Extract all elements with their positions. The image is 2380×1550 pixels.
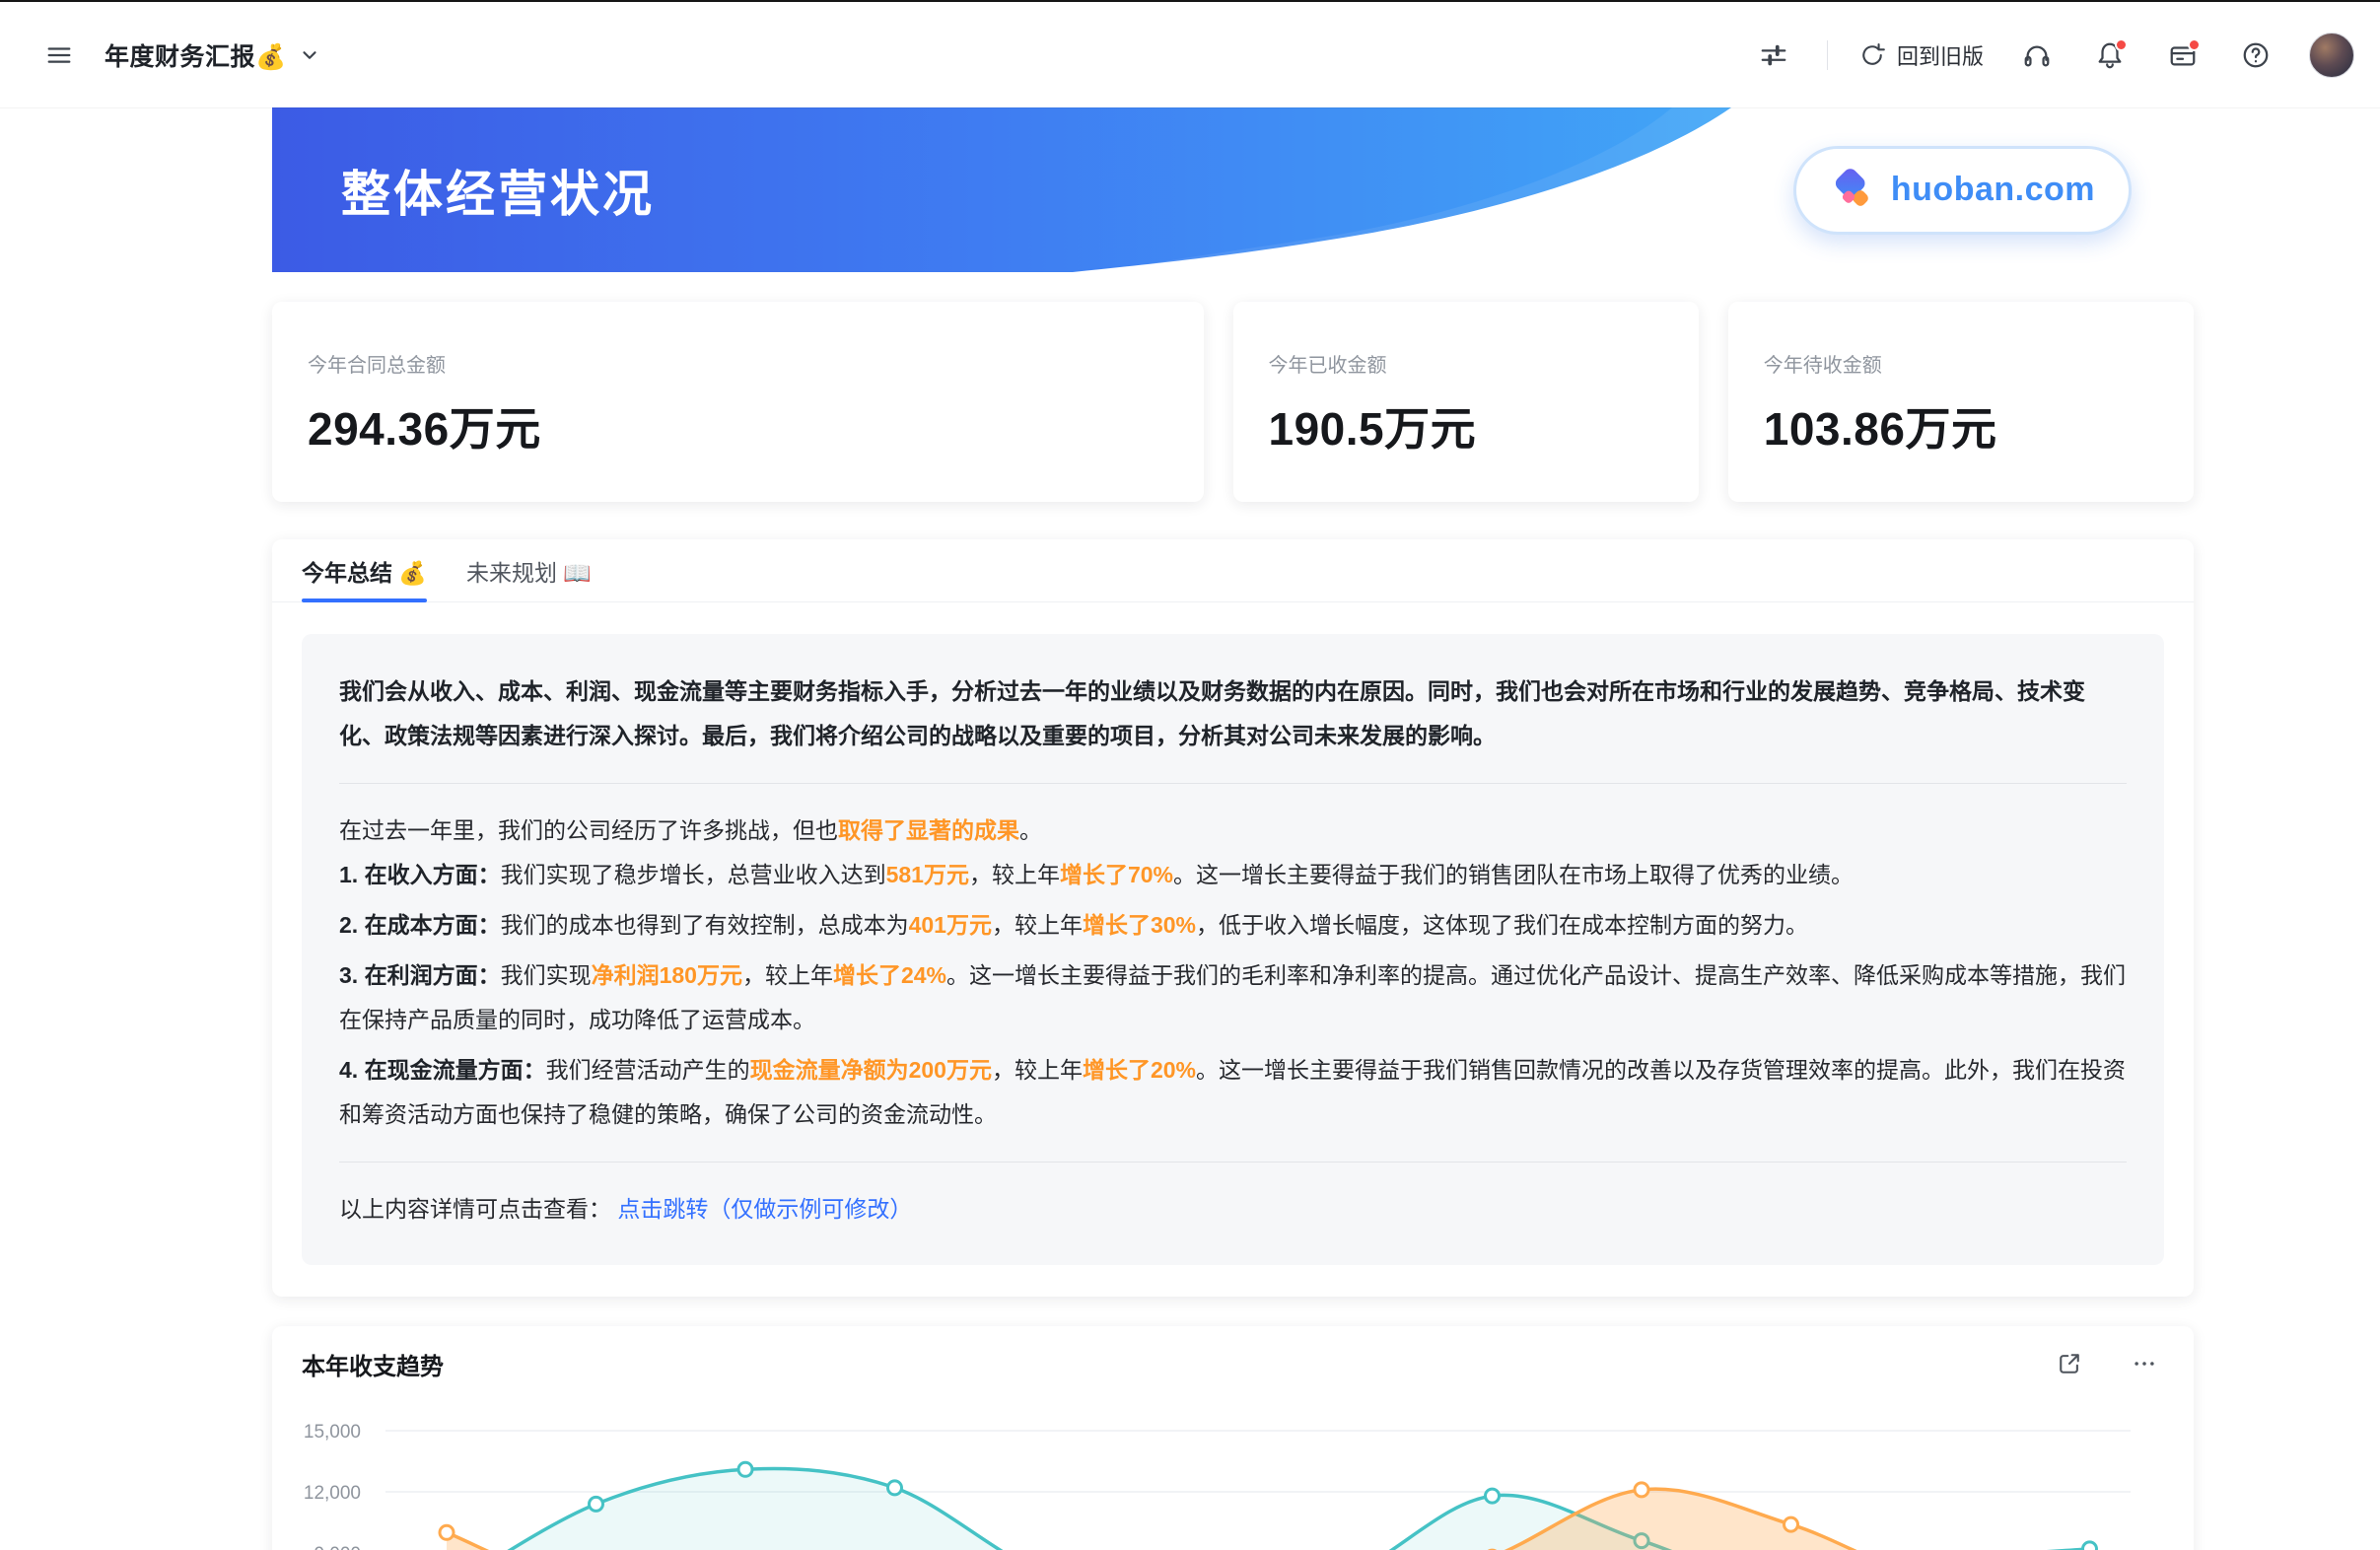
divider [339,783,2127,784]
stat-card-pending: 今年待收金额 103.86万元 [1728,302,2194,502]
item-label: 1. 在收入方面： [339,862,501,887]
sliders-icon[interactable] [1754,35,1793,75]
chart-title: 本年收支趋势 [302,1347,444,1381]
item-highlight: 401万元 [909,912,992,938]
stat-label: 今年合同总金额 [308,349,1168,378]
stat-value: 190.5万元 [1269,393,1663,458]
item-text: ，低于收入增长幅度，这体现了我们在成本控制方面的努力。 [1196,912,1808,938]
trend-line-chart: 15,000 12,000 9,000 [302,1389,2164,1550]
navbar-actions: 回到旧版 [1720,33,2354,78]
bell-icon[interactable] [2090,35,2130,75]
bell-badge-dot [2115,38,2128,51]
tab-future-plan[interactable]: 未来规划 📖 [466,539,592,601]
item-highlight: 增长了20% [1083,1057,1196,1083]
stat-card-received: 今年已收金额 190.5万元 [1233,302,1699,502]
summary-panel: 今年总结 💰 未来规划 📖 我们会从收入、成本、利润、现金流量等主要财务指标入手… [272,539,2194,1297]
top-navbar: 年度财务汇报💰 回到旧版 [0,2,2380,107]
stat-value: 294.36万元 [308,393,1168,458]
report-page: 整体经营状况 huoban.com 今年合同总金额 294.36万元 [272,107,2194,1550]
app-title-dropdown[interactable]: 年度财务汇报💰 [105,37,322,73]
menu-icon[interactable] [39,35,79,75]
stat-label: 今年待收金额 [1764,349,2158,378]
headset-icon[interactable] [2017,35,2057,75]
back-to-old-version-button[interactable]: 回到旧版 [1857,39,1984,71]
jump-link[interactable]: 点击跳转（仅做示例可修改） [617,1196,912,1222]
overview-banner: 整体经营状况 huoban.com [272,107,2194,272]
stat-value: 103.86万元 [1764,393,2158,458]
svg-text:9,000: 9,000 [314,1544,361,1550]
item-label: 4. 在现金流量方面： [339,1057,546,1083]
expand-icon[interactable] [2050,1344,2089,1383]
item-text: ，较上年 [992,912,1083,938]
footer-label: 以上内容详情可点击查看： [339,1196,611,1222]
benefits-badge-dot [2188,38,2201,51]
item-text: ，较上年 [992,1057,1083,1083]
chart-header: 本年收支趋势 [302,1326,2164,1389]
summary-footer: 以上内容详情可点击查看： 点击跳转（仅做示例可修改） [339,1187,2127,1232]
summary-intro: 我们会从收入、成本、利润、现金流量等主要财务指标入手，分析过去一年的业绩以及财务… [339,669,2127,758]
navbar-divider [1827,40,1828,70]
back-to-old-version-label: 回到旧版 [1897,39,1984,71]
item-highlight: 581万元 [886,862,969,887]
item-label: 3. 在利润方面： [339,962,501,988]
lead-highlight: 取得了显著的成果 [838,817,1019,843]
item-highlight: 增长了30% [1083,912,1196,938]
lead-text: 在过去一年里，我们的公司经历了许多挑战，但也 [339,817,838,843]
summary-item-cashflow: 4. 在现金流量方面：我们经营活动产生的现金流量净额为200万元，较上年增长了2… [339,1048,2127,1137]
svg-text:12,000: 12,000 [304,1483,361,1504]
item-highlight: 增长了24% [833,962,946,988]
item-highlight: 净利润180万元 [592,962,742,988]
summary-list: 1. 在收入方面：我们实现了稳步增长，总营业收入达到581万元，较上年增长了70… [339,853,2127,1137]
more-icon[interactable] [2125,1344,2164,1383]
item-text: 我们实现了稳步增长，总营业收入达到 [501,862,886,887]
item-highlight: 增长了70% [1060,862,1173,887]
app-title: 年度财务汇报💰 [105,37,287,73]
summary-item-cost: 2. 在成本方面：我们的成本也得到了有效控制，总成本为401万元，较上年增长了3… [339,903,2127,948]
item-text: ，较上年 [742,962,833,988]
huoban-logo-text: huoban.com [1891,171,2095,209]
tab-this-year-summary[interactable]: 今年总结 💰 [302,539,427,601]
trend-chart-card: 本年收支趋势 15,000 12,000 9,000 [272,1326,2194,1550]
avatar[interactable] [2309,33,2354,78]
banner-title: 整体经营状况 [341,155,655,226]
huoban-logo-icon [1830,168,1875,213]
benefits-icon[interactable] [2163,35,2203,75]
chevron-down-icon [297,42,322,68]
item-text: 。这一增长主要得益于我们的销售团队在市场上取得了优秀的业绩。 [1173,862,1854,887]
summary-item-profit: 3. 在利润方面：我们实现净利润180万元，较上年增长了24%。这一增长主要得益… [339,953,2127,1042]
item-label: 2. 在成本方面： [339,912,501,938]
svg-text:15,000: 15,000 [304,1422,361,1443]
tab-bar: 今年总结 💰 未来规划 📖 [272,539,2194,602]
summary-content-box: 我们会从收入、成本、利润、现金流量等主要财务指标入手，分析过去一年的业绩以及财务… [302,634,2164,1265]
huoban-logo-badge[interactable]: huoban.com [1793,146,2132,235]
item-text: ，较上年 [969,862,1060,887]
help-icon[interactable] [2236,35,2275,75]
stat-card-contract-total: 今年合同总金额 294.36万元 [272,302,1204,502]
summary-item-revenue: 1. 在收入方面：我们实现了稳步增长，总营业收入达到581万元，较上年增长了70… [339,853,2127,897]
item-highlight: 现金流量净额为200万元 [750,1057,992,1083]
stat-cards-row: 今年合同总金额 294.36万元 今年已收金额 190.5万元 今年待收金额 1… [272,302,2194,502]
chart-actions [2050,1344,2164,1383]
item-text: 我们实现 [501,962,592,988]
lead-text: 。 [1019,817,1042,843]
summary-lead: 在过去一年里，我们的公司经历了许多挑战，但也取得了显著的成果。 [339,809,2127,853]
item-text: 我们经营活动产生的 [546,1057,750,1083]
history-icon [1857,40,1887,70]
item-text: 我们的成本也得到了有效控制，总成本为 [501,912,909,938]
stat-label: 今年已收金额 [1269,349,1663,378]
